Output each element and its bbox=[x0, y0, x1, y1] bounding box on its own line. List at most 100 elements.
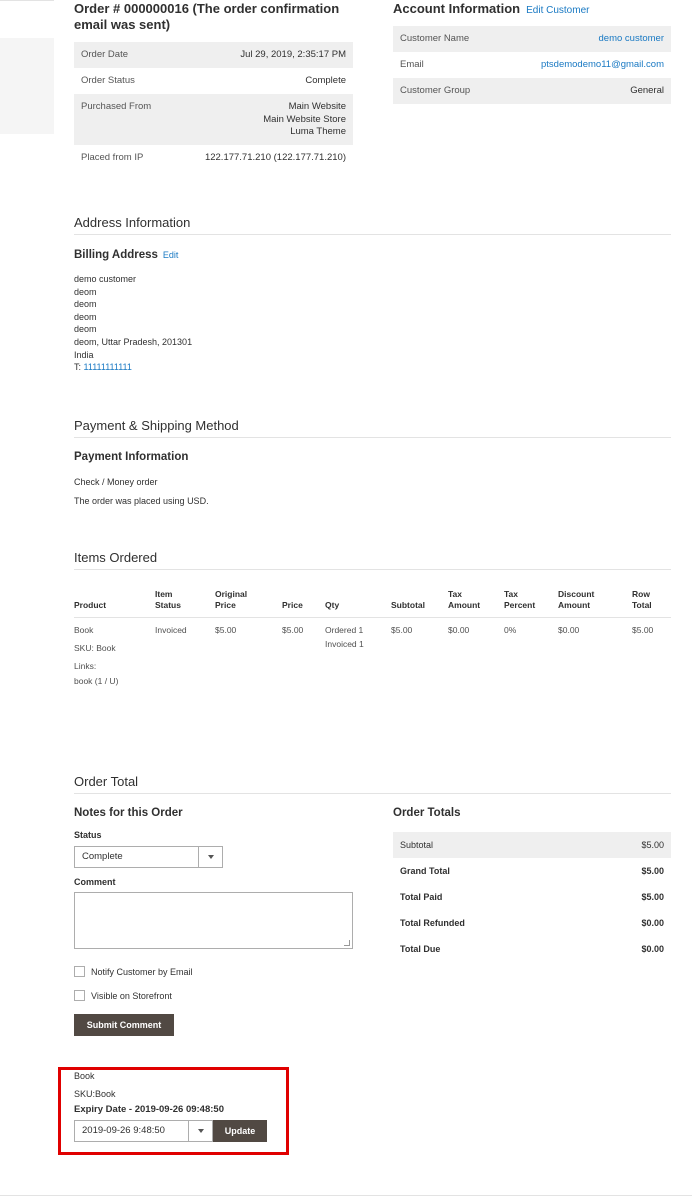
order-title: Order # 000000016 (The order confirmatio… bbox=[74, 1, 340, 32]
customer-name-link[interactable]: demo customer bbox=[599, 33, 664, 44]
items-header-row: Product Item Status Original Price Price Q… bbox=[74, 589, 671, 618]
payment-section-title: Payment & Shipping Method bbox=[74, 418, 239, 433]
customer-group-label: Customer Group bbox=[393, 78, 499, 104]
item-qty-ordered: Ordered 1 bbox=[325, 625, 364, 635]
items-section-title: Items Ordered bbox=[74, 550, 158, 565]
col-subtotal: Subtotal bbox=[391, 600, 425, 610]
col-discount-amount: Discount Amount bbox=[558, 589, 595, 610]
rail-panel bbox=[0, 38, 54, 134]
billing-phone-link[interactable]: 11111111111 bbox=[84, 362, 132, 372]
status-select-arrow bbox=[198, 847, 222, 867]
rail-top-line bbox=[0, 0, 54, 2]
order-totals-table: Subtotal $5.00 Grand Total $5.00 Total P… bbox=[393, 832, 671, 962]
item-price: $5.00 bbox=[282, 625, 304, 635]
col-qty: Qty bbox=[325, 600, 340, 610]
item-product-name: Book bbox=[74, 625, 94, 635]
customer-name-label: Customer Name bbox=[393, 26, 499, 52]
comment-label: Comment bbox=[74, 877, 116, 887]
notify-customer-label[interactable]: Notify Customer by Email bbox=[91, 967, 193, 977]
order-date-row: Order Date Jul 29, 2019, 2:35:17 PM bbox=[74, 42, 353, 68]
items-section-divider bbox=[74, 569, 671, 570]
totals-due-label: Total Due bbox=[400, 944, 441, 954]
payment-currency-note: The order was placed using USD. bbox=[74, 496, 209, 506]
resize-grip-icon[interactable] bbox=[344, 940, 350, 946]
item-qty-invoiced: Invoiced 1 bbox=[325, 639, 364, 649]
customer-group-row: Customer Group General bbox=[393, 78, 671, 104]
highlight-box bbox=[58, 1067, 289, 1155]
billing-street-3: deom bbox=[74, 311, 97, 322]
billing-name: demo customer bbox=[74, 274, 137, 284]
billing-street-2: deom bbox=[74, 299, 97, 310]
billing-phone: T: 11111111111 bbox=[74, 361, 192, 374]
billing-phone-prefix: T: bbox=[74, 362, 84, 373]
email-label: Email bbox=[400, 59, 424, 70]
item-tax-percent: 0% bbox=[504, 625, 517, 635]
item-links-label: Links: bbox=[74, 661, 97, 671]
comment-textarea[interactable] bbox=[74, 892, 353, 949]
totals-subtotal-label: Subtotal bbox=[393, 832, 583, 858]
account-info-heading: Account Information Edit Customer bbox=[393, 1, 589, 19]
billing-address-heading: Billing Address Edit bbox=[74, 248, 178, 262]
col-tax-percent: Tax Percent bbox=[504, 589, 536, 610]
customer-group-value: General bbox=[498, 78, 671, 104]
item-qty-cell: Ordered 1 Invoiced 1 bbox=[325, 618, 391, 688]
payment-section-divider bbox=[74, 437, 671, 438]
totals-subtotal-value: $5.00 bbox=[582, 832, 671, 858]
status-select[interactable]: Complete bbox=[74, 846, 223, 868]
placed-ip-label: Placed from IP bbox=[81, 151, 144, 163]
footer-divider bbox=[0, 1195, 692, 1196]
visible-storefront-label[interactable]: Visible on Storefront bbox=[91, 991, 172, 1001]
item-row-total: $5.00 bbox=[632, 625, 654, 635]
order-totals-title: Order Totals bbox=[393, 807, 461, 819]
totals-grand-total-row: Grand Total $5.00 bbox=[393, 858, 671, 884]
col-price: Price bbox=[282, 600, 303, 610]
email-link[interactable]: ptsdemodemo11@gmail.com bbox=[541, 59, 664, 70]
totals-subtotal-row: Subtotal $5.00 bbox=[393, 832, 671, 858]
billing-street-4: deom bbox=[74, 324, 97, 335]
purchased-from-label: Purchased From bbox=[74, 94, 173, 145]
item-sku: SKU: Book bbox=[74, 643, 116, 653]
billing-edit-link[interactable]: Edit bbox=[163, 250, 179, 260]
totals-refunded-row: Total Refunded $0.00 bbox=[393, 910, 671, 936]
edit-customer-link[interactable]: Edit Customer bbox=[526, 5, 589, 16]
status-select-value: Complete bbox=[82, 851, 123, 862]
purchased-from-store: Main Website Store bbox=[263, 113, 346, 125]
totals-paid-value: $5.00 bbox=[641, 892, 664, 902]
billing-street-1: deom bbox=[74, 286, 97, 297]
totals-grand-total-value: $5.00 bbox=[641, 866, 664, 876]
totals-refunded-value: $0.00 bbox=[641, 918, 664, 928]
totals-paid-row: Total Paid $5.00 bbox=[393, 884, 671, 910]
submit-comment-button[interactable]: Submit Comment bbox=[74, 1014, 174, 1036]
visible-storefront-checkbox[interactable] bbox=[74, 990, 85, 1001]
table-row: Book SKU: Book Links: book (1 / U) Invoi… bbox=[74, 617, 671, 688]
payment-method: Check / Money order bbox=[74, 477, 158, 487]
chevron-down-icon bbox=[208, 855, 214, 859]
col-item-status: Item Status bbox=[155, 589, 181, 610]
order-info-table: Order Date Jul 29, 2019, 2:35:17 PM Orde… bbox=[74, 42, 353, 171]
purchased-from-website: Main Website bbox=[288, 101, 346, 112]
col-original-price: Original Price bbox=[215, 589, 248, 610]
order-total-section-divider bbox=[74, 793, 671, 794]
totals-paid-label: Total Paid bbox=[400, 892, 443, 902]
account-info-table: Customer Name demo customer Email ptsdem… bbox=[393, 26, 671, 104]
purchased-from-theme: Luma Theme bbox=[290, 126, 346, 137]
customer-name-row: Customer Name demo customer bbox=[393, 26, 671, 52]
item-original-price: $5.00 bbox=[215, 625, 237, 635]
order-date-label: Order Date bbox=[74, 42, 173, 68]
item-link-value: book (1 / U) bbox=[74, 676, 119, 686]
item-tax-amount: $0.00 bbox=[448, 625, 470, 635]
placed-ip-row: Placed from IP 122.177.71.210 (122.177.7… bbox=[74, 145, 353, 171]
billing-address-block: demo customer deom deom deom deom deom, … bbox=[74, 273, 192, 374]
item-subtotal: $5.00 bbox=[391, 625, 413, 635]
col-product: Product bbox=[74, 600, 107, 610]
billing-city-region: deom, Uttar Pradesh, 201301 bbox=[74, 336, 193, 347]
totals-due-value: $0.00 bbox=[641, 944, 664, 954]
totals-due-row: Total Due $0.00 bbox=[393, 936, 671, 962]
order-status-value: Complete bbox=[305, 75, 346, 86]
left-rail bbox=[0, 0, 54, 1200]
notify-customer-checkbox[interactable] bbox=[74, 966, 85, 977]
purchased-from-row: Purchased From Main Website Main Website… bbox=[74, 94, 353, 145]
item-product-cell: Book SKU: Book Links: book (1 / U) bbox=[74, 618, 155, 688]
account-info-title: Account Information bbox=[393, 1, 521, 16]
order-status-row: Order Status Complete bbox=[74, 68, 353, 94]
